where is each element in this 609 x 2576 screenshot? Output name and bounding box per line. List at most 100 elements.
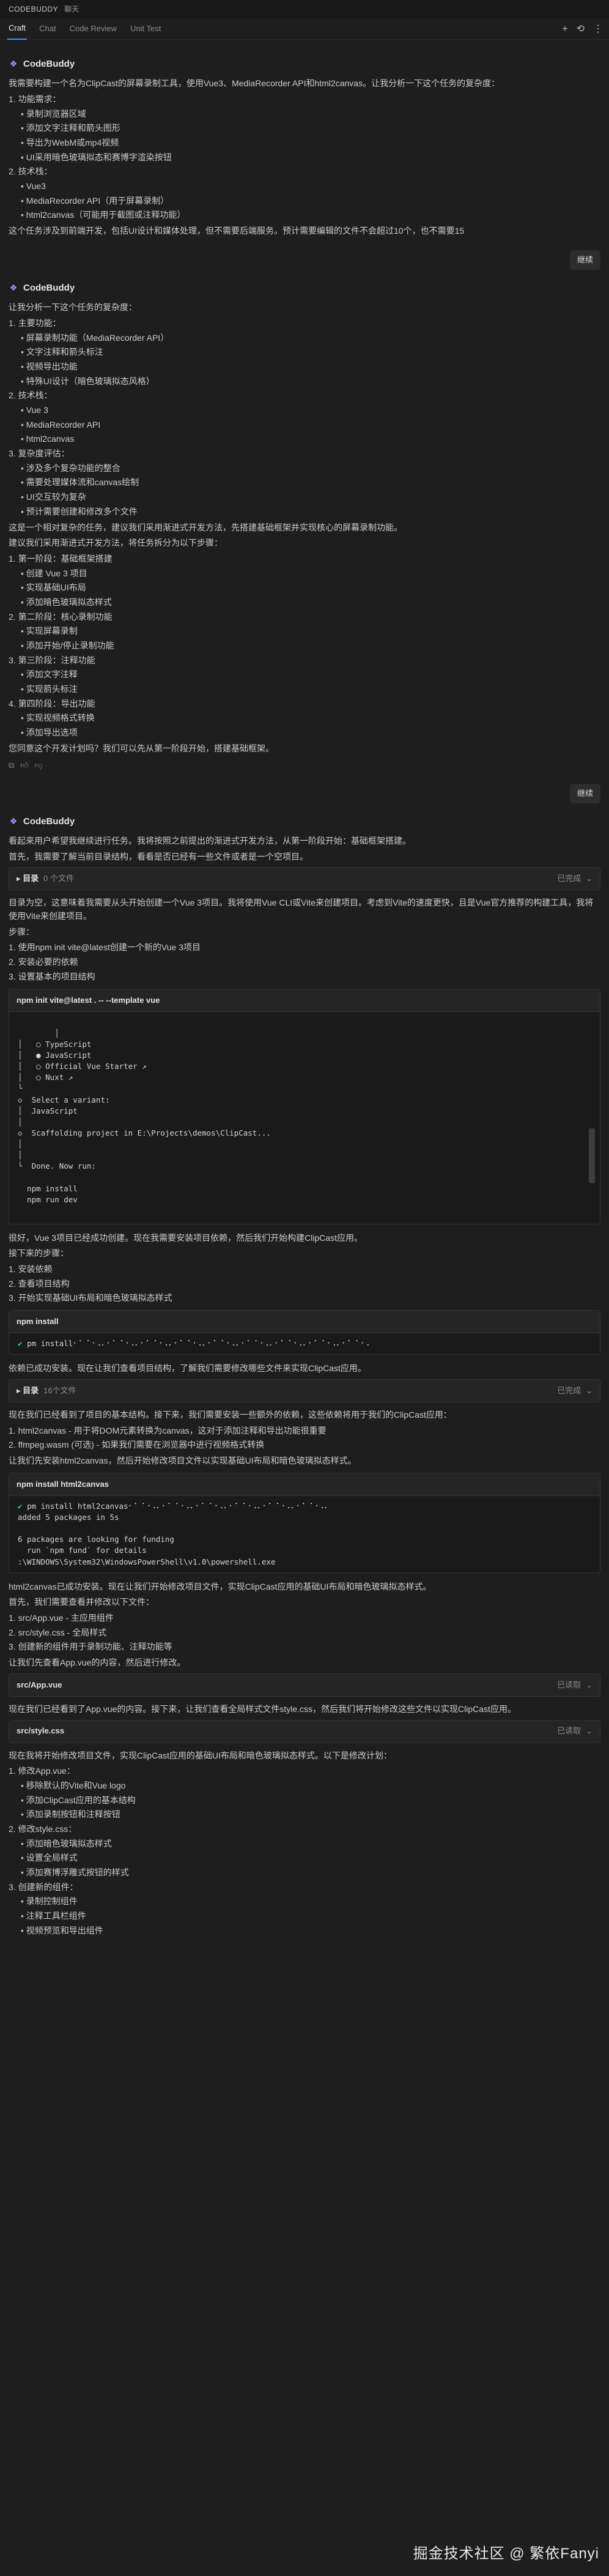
list-item: 2. 修改style.css：: [9, 1823, 77, 1834]
list-item: 特殊UI设计（暗色玻璃拟态风格）: [9, 375, 600, 389]
message-text: 步骤：: [9, 926, 34, 937]
list-item: UI采用暗色玻璃拟态和赛博字渲染按钮: [9, 151, 600, 165]
bot-name: CodeBuddy: [23, 59, 75, 69]
list-item: 添加ClipCast应用的基本结构: [9, 1794, 600, 1807]
tool-title: ▸ 目录: [17, 874, 39, 884]
chevron-down-icon[interactable]: ⌄: [586, 1679, 592, 1691]
tab-craft[interactable]: Craft: [7, 18, 28, 40]
message-text: 让我们先安装html2canvas，然后开始修改项目文件以实现基础UI布局和暗色…: [9, 1456, 356, 1466]
watermark: 掘金技术社区 @ 繁依Fanyi: [413, 2545, 599, 2562]
list-item: 录制浏览器区域: [9, 108, 600, 121]
codebuddy-logo-icon: ❖: [9, 282, 18, 292]
list-item: 1. 主要功能：: [9, 318, 61, 328]
message-actions: ⧉ 👍︎ 👎︎: [9, 759, 600, 772]
tool-result-file[interactable]: src/App.vue 已读取 ⌄: [9, 1673, 600, 1697]
list-item: 实现箭头标注: [9, 683, 600, 696]
list-item: 2. 技术栈：: [9, 390, 53, 401]
list-item: html2canvas（可能用于截图或注释功能）: [9, 209, 600, 222]
list-item: Vue3: [9, 180, 600, 193]
tool-title: ▸ 目录: [17, 1386, 39, 1395]
list-item: 2. 安装必要的依赖: [9, 957, 78, 967]
chat-content: ❖ CodeBuddy 我需要构建一个名为ClipCast的屏幕录制工具，使用V…: [0, 40, 609, 1937]
message-list: 1. html2canvas - 用于将DOM元素转换为canvas，这对于添加…: [9, 1424, 600, 1452]
list-item: 添加文字注释: [9, 668, 600, 682]
list-item: MediaRecorder API: [9, 419, 600, 432]
terminal-command: npm init vite@latest . -- --template vue: [9, 989, 600, 1012]
list-item: Vue 3: [9, 404, 600, 417]
list-item: 2. 技术栈：: [9, 166, 53, 177]
terminal-output[interactable]: ✔ pm install⠂⠁⠈⠐⠠⠄⠂⠁⠈⠐⠠⠄⠂⠁⠈⠐⠠⠄⠂⠁⠈⠐⠠⠄⠂⠁⠈⠐…: [9, 1333, 600, 1354]
message-text: 看起来用户希望我继续进行任务。我将按照之前提出的渐进式开发方法，从第一阶段开始：…: [9, 836, 411, 846]
message-text: 接下来的步骤：: [9, 1248, 68, 1259]
list-item: 1. 使用npm init vite@latest创建一个新的Vue 3项目: [9, 942, 201, 953]
message-text: 现在我们已经看到了App.vue的内容。接下来，让我们查看全局样式文件style…: [9, 1703, 516, 1714]
plus-icon[interactable]: +: [562, 22, 567, 37]
list-item: 3. 开始实现基础UI布局和暗色玻璃拟态样式: [9, 1293, 172, 1303]
list-item: 3. 创建新的组件：: [9, 1882, 78, 1892]
message-list: 1. 第一阶段：基础框架搭建创建 Vue 3 项目实现基础UI布局添加暗色玻璃拟…: [9, 553, 600, 740]
terminal-output-text: │ │ ○ TypeScript │ ● JavaScript │ ○ Offi…: [18, 1028, 271, 1204]
list-item: 设置全局样式: [9, 1852, 600, 1865]
terminal-output-text: pm install⠂⠁⠈⠐⠠⠄⠂⠁⠈⠐⠠⠄⠂⠁⠈⠐⠠⠄⠂⠁⠈⠐⠠⠄⠂⠁⠈⠐⠠⠄…: [27, 1339, 370, 1349]
tab-unit-test[interactable]: Unit Test: [129, 18, 162, 39]
terminal-command: npm install: [9, 1311, 600, 1334]
tab-chat[interactable]: Chat: [38, 18, 57, 39]
list-item: 1. html2canvas - 用于将DOM元素转换为canvas，这对于添加…: [9, 1425, 327, 1435]
message-list: 1. 安装依赖 2. 查看项目结构 3. 开始实现基础UI布局和暗色玻璃拟态样式: [9, 1263, 600, 1305]
thumbs-down-icon[interactable]: 👎︎: [35, 759, 43, 772]
more-icon[interactable]: ⋮: [593, 22, 603, 37]
chevron-down-icon[interactable]: ⌄: [586, 1725, 592, 1737]
tool-status: 已完成: [557, 1386, 581, 1395]
tool-title: src/style.css: [17, 1726, 65, 1736]
message-text: 首先，我们需要查看并修改以下文件：: [9, 1597, 154, 1607]
bot-header: ❖ CodeBuddy: [9, 281, 600, 295]
message-text: 很好，Vue 3项目已经成功创建。现在我需要安装项目依赖，然后我们开始构建Cli…: [9, 1232, 363, 1243]
list-item: 导出为WebM或mp4视频: [9, 136, 600, 150]
terminal-output[interactable]: ✔ pm install html2canvas⠂⠁⠈⠐⠠⠄⠂⠁⠈⠐⠠⠄⠂⠁⠈⠐…: [9, 1496, 600, 1573]
copy-icon[interactable]: ⧉: [9, 759, 14, 772]
thumbs-up-icon[interactable]: 👍︎: [20, 759, 29, 772]
list-item: 添加暗色玻璃拟态样式: [9, 1837, 600, 1851]
bot-name: CodeBuddy: [23, 816, 75, 827]
message-text: 让我分析一下这个任务的复杂度：: [9, 302, 137, 313]
tab-code-review[interactable]: Code Review: [68, 18, 118, 39]
message-list: 1. 使用npm init vite@latest创建一个新的Vue 3项目 2.…: [9, 941, 600, 983]
message-text: 目录为空，这意味着我需要从头开始创建一个Vue 3项目。我将使用Vue CLI或…: [9, 898, 594, 921]
chevron-down-icon[interactable]: ⌄: [586, 873, 592, 885]
terminal-scrollbar[interactable]: [589, 1128, 595, 1183]
tool-result-file[interactable]: src/style.css 已读取 ⌄: [9, 1719, 600, 1743]
list-item: 添加开始/停止录制功能: [9, 639, 600, 653]
list-item: 1. 功能需求：: [9, 94, 61, 104]
tool-result-directory[interactable]: ▸ 目录 0 个文件 已完成 ⌄: [9, 867, 600, 891]
message-text: 依赖已成功安装。现在让我们查看项目结构，了解我们需要修改哪些文件来实现ClipC…: [9, 1363, 366, 1374]
list-item: 文字注释和箭头标注: [9, 346, 600, 359]
list-item: 1. 修改App.vue：: [9, 1766, 75, 1776]
bot-header: ❖ CodeBuddy: [9, 814, 600, 828]
message-list: 1. 功能需求： 录制浏览器区域添加文字注释和箭头图形导出为WebM或mp4视频U…: [9, 93, 600, 222]
app-subtitle: 聊天: [64, 4, 79, 13]
list-item: 添加文字注释和箭头图形: [9, 122, 600, 135]
bot-name: CodeBuddy: [23, 282, 75, 293]
message-text: 这是一个相对复杂的任务，建议我们采用渐进式开发方法，先搭建基础框架并实现核心的屏…: [9, 522, 402, 532]
list-item: 添加录制按钮和注释按钮: [9, 1808, 600, 1822]
tool-title: src/App.vue: [17, 1680, 62, 1689]
message-text: 您同意这个开发计划吗？我们可以先从第一阶段开始，搭建基础框架。: [9, 743, 274, 753]
user-message-row: 继续: [9, 250, 600, 270]
history-icon[interactable]: ⟲: [577, 22, 585, 37]
user-message: 继续: [569, 250, 600, 270]
tool-result-directory[interactable]: ▸ 目录 16个文件 已完成 ⌄: [9, 1379, 600, 1403]
terminal-block: npm install html2canvas ✔ pm install htm…: [9, 1472, 600, 1573]
message-text: 建议我们采用渐进式开发方法，将任务拆分为以下步骤：: [9, 538, 223, 548]
terminal-output[interactable]: │ │ ○ TypeScript │ ● JavaScript │ ○ Offi…: [9, 1012, 600, 1224]
chevron-down-icon[interactable]: ⌄: [586, 1385, 592, 1397]
list-item: MediaRecorder API（用于屏幕录制）: [9, 195, 600, 208]
list-item: 3. 创建新的组件用于录制功能、注释功能等: [9, 1642, 172, 1652]
bot-message: ❖ CodeBuddy 让我分析一下这个任务的复杂度： 1. 主要功能： 屏幕录制…: [9, 281, 600, 772]
list-item: 录制控制组件: [9, 1895, 600, 1908]
list-item: 1. src/App.vue - 主应用组件: [9, 1613, 114, 1623]
list-item: 2. 第二阶段：核心录制功能: [9, 611, 113, 622]
codebuddy-logo-icon: ❖: [9, 58, 18, 69]
tool-status: 已读取: [557, 1726, 581, 1736]
success-check-icon: ✔: [18, 1501, 28, 1511]
list-item: 实现基础UI布局: [9, 581, 600, 595]
